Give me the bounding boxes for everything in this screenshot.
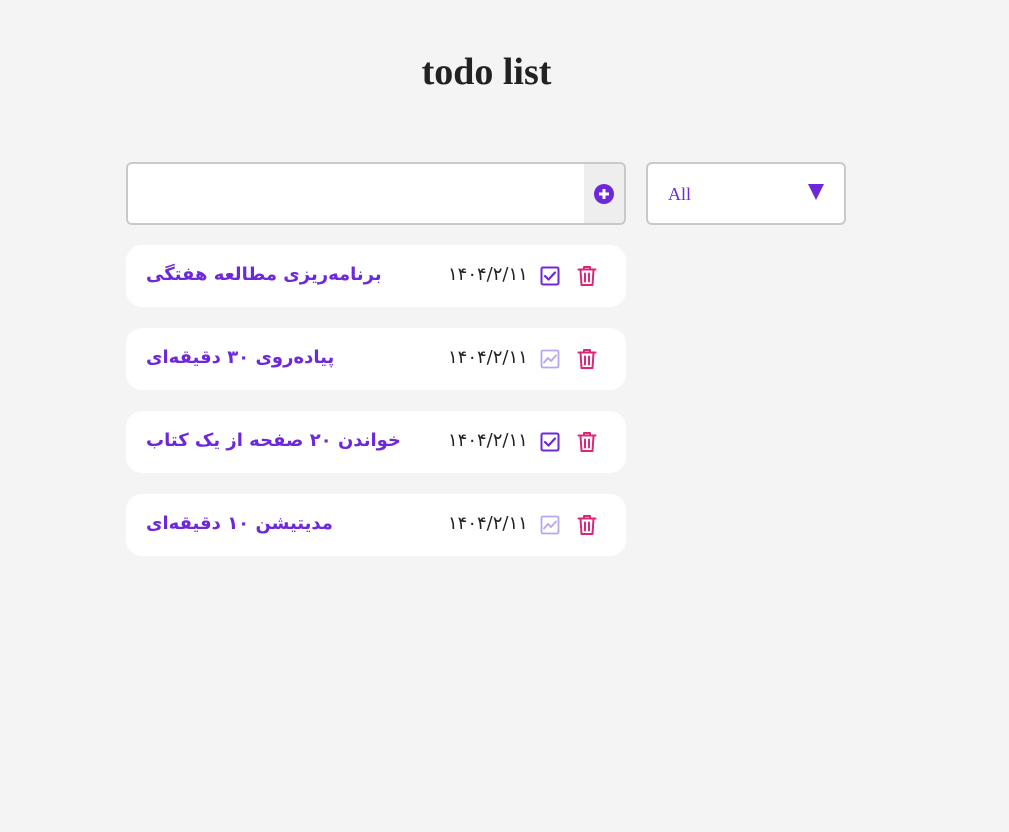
todo-item: خواندن ۲۰ صفحه از یک کتاب ۱۴۰۴/۲/۱۱ bbox=[126, 411, 626, 473]
trash-icon[interactable] bbox=[576, 348, 598, 370]
add-todo-button[interactable] bbox=[584, 164, 624, 223]
chart-line-icon[interactable] bbox=[539, 514, 561, 536]
todo-text: مدیتیشن ۱۰ دقیقه‌ای bbox=[146, 513, 333, 534]
trash-icon[interactable] bbox=[576, 514, 598, 536]
check-square-icon[interactable] bbox=[539, 265, 561, 287]
chart-line-icon[interactable] bbox=[539, 348, 561, 370]
check-square-icon[interactable] bbox=[539, 431, 561, 453]
todo-list: برنامه‌ریزی مطالعه هفتگی ۱۴۰۴/۲/۱۱ پیاده‌ر… bbox=[126, 245, 626, 577]
trash-icon[interactable] bbox=[576, 265, 598, 287]
todo-text: خواندن ۲۰ صفحه از یک کتاب bbox=[146, 430, 401, 451]
filter-select[interactable]: All bbox=[646, 162, 846, 225]
todo-input-group bbox=[126, 162, 626, 225]
todo-item: پیاده‌روی ۳۰ دقیقه‌ای ۱۴۰۴/۲/۱۱ bbox=[126, 328, 626, 390]
todo-text: پیاده‌روی ۳۰ دقیقه‌ای bbox=[146, 347, 335, 368]
plus-circle-icon bbox=[594, 183, 614, 204]
todo-item: مدیتیشن ۱۰ دقیقه‌ای ۱۴۰۴/۲/۱۱ bbox=[126, 494, 626, 556]
todo-date: ۱۴۰۴/۲/۱۱ bbox=[448, 347, 528, 368]
todo-text: برنامه‌ریزی مطالعه هفتگی bbox=[146, 264, 382, 285]
trash-icon[interactable] bbox=[576, 431, 598, 453]
page-title: todo list bbox=[421, 51, 552, 93]
todo-input[interactable] bbox=[128, 164, 584, 223]
todo-date: ۱۴۰۴/۲/۱۱ bbox=[448, 264, 528, 285]
filter-selected-value: All bbox=[668, 184, 692, 204]
chevron-down-icon bbox=[808, 184, 824, 200]
todo-item: برنامه‌ریزی مطالعه هفتگی ۱۴۰۴/۲/۱۱ bbox=[126, 245, 626, 307]
todo-date: ۱۴۰۴/۲/۱۱ bbox=[448, 430, 528, 451]
todo-date: ۱۴۰۴/۲/۱۱ bbox=[448, 513, 528, 534]
